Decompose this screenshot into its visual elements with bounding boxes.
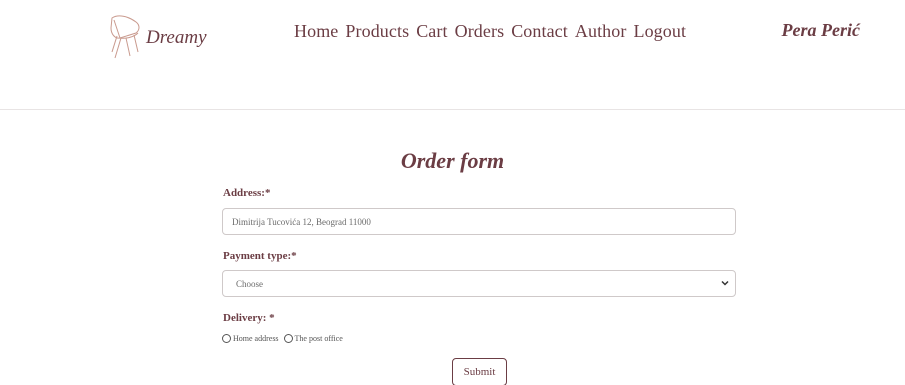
brand-logo[interactable]: Dreamy [106, 12, 207, 60]
nav-author[interactable]: Author [575, 21, 627, 42]
chevron-down-icon [721, 280, 729, 286]
nav-contact[interactable]: Contact [511, 21, 568, 42]
radio-home-address[interactable] [222, 334, 231, 343]
radio-post-office-label: The post office [294, 334, 343, 343]
site-header: Dreamy Home Products Cart Orders Contact… [0, 0, 905, 110]
main-nav: Home Products Cart Orders Contact Author… [294, 21, 693, 42]
nav-logout[interactable]: Logout [633, 21, 686, 42]
page-title: Order form [400, 148, 505, 173]
payment-type-label: Payment type:* [223, 250, 297, 262]
submit-button[interactable]: Submit [452, 358, 507, 385]
nav-home[interactable]: Home [294, 21, 338, 42]
payment-type-value: Choose [236, 279, 263, 289]
delivery-label: Delivery: * [223, 312, 275, 324]
chair-icon [110, 15, 140, 59]
nav-orders[interactable]: Orders [455, 21, 505, 42]
user-name: Pera Perić [781, 20, 860, 40]
brand-name: Dreamy [146, 27, 207, 48]
address-input[interactable] [222, 208, 736, 235]
nav-products[interactable]: Products [345, 21, 409, 42]
delivery-options: Home address The post office [222, 334, 348, 343]
radio-home-address-label: Home address [233, 334, 279, 343]
nav-cart[interactable]: Cart [416, 21, 447, 42]
address-label: Address:* [223, 187, 271, 199]
radio-post-office[interactable] [283, 334, 293, 343]
payment-type-select[interactable]: Choose [222, 270, 736, 297]
